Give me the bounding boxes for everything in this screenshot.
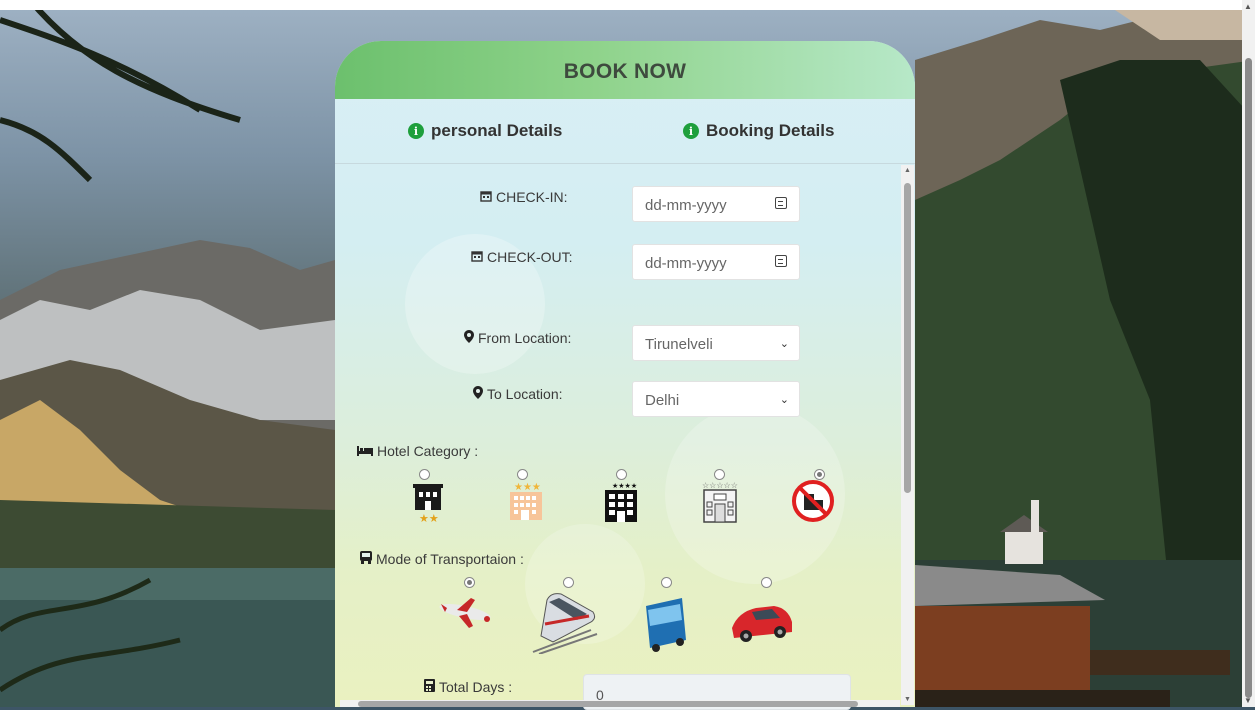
svg-text:☆☆☆☆☆: ☆☆☆☆☆ bbox=[702, 481, 738, 490]
browser-top-strip bbox=[0, 0, 1255, 10]
calendar-icon bbox=[480, 190, 492, 205]
check-out-label: CHECK-OUT: bbox=[471, 249, 573, 265]
card-header: BOOK NOW bbox=[335, 41, 915, 99]
page-scrollbar[interactable]: ▲ ▼ bbox=[1242, 0, 1255, 707]
calculator-icon bbox=[424, 679, 435, 695]
four-star-hotel-icon[interactable]: ★★★★ bbox=[601, 480, 641, 524]
hotel-category-label: Hotel Category : bbox=[357, 443, 478, 459]
hotel-4-star-radio[interactable] bbox=[616, 469, 627, 480]
train-icon[interactable] bbox=[531, 586, 601, 654]
two-star-hotel-icon[interactable]: ★★ bbox=[409, 482, 449, 524]
scroll-up-arrow-icon[interactable]: ▲ bbox=[1244, 2, 1252, 11]
form-horizontal-scrollbar[interactable] bbox=[340, 700, 900, 707]
scroll-down-arrow-icon[interactable]: ▼ bbox=[1244, 696, 1252, 705]
scroll-down-arrow-icon[interactable]: ▼ bbox=[904, 696, 911, 703]
tab-bar: i personal Details i Booking Details bbox=[335, 99, 915, 164]
scrollbar-thumb[interactable] bbox=[358, 701, 858, 707]
bus-radio[interactable] bbox=[661, 577, 672, 588]
total-days-label: Total Days : bbox=[424, 679, 512, 695]
tab-booking-details[interactable]: i Booking Details bbox=[683, 121, 834, 141]
chevron-down-icon: ⌄ bbox=[779, 394, 789, 406]
calendar-picker-icon[interactable] bbox=[775, 255, 787, 267]
from-location-label: From Location: bbox=[464, 330, 571, 346]
booking-card: BOOK NOW i personal Details i Booking De… bbox=[335, 41, 915, 707]
airplane-icon[interactable] bbox=[435, 592, 495, 632]
svg-text:★★: ★★ bbox=[419, 513, 439, 524]
calendar-icon bbox=[471, 250, 483, 265]
svg-text:★★★: ★★★ bbox=[514, 482, 541, 493]
check-in-label: CHECK-IN: bbox=[480, 189, 568, 205]
info-icon: i bbox=[683, 123, 699, 139]
chevron-down-icon: ⌄ bbox=[779, 338, 789, 350]
calendar-picker-icon[interactable] bbox=[775, 197, 787, 209]
flight-radio[interactable] bbox=[464, 577, 475, 588]
form-background-decoration bbox=[405, 234, 845, 644]
no-hotel-icon[interactable] bbox=[790, 478, 836, 524]
tab-label: Booking Details bbox=[706, 121, 835, 140]
scrollbar-thumb[interactable] bbox=[904, 183, 911, 493]
tab-label: personal Details bbox=[431, 121, 563, 140]
hotel-2-star-radio[interactable] bbox=[419, 469, 430, 480]
scroll-up-arrow-icon[interactable]: ▲ bbox=[904, 167, 911, 174]
car-icon[interactable] bbox=[728, 598, 796, 646]
five-star-hotel-icon[interactable]: ☆☆☆☆☆ bbox=[696, 478, 744, 526]
svg-text:★★★★: ★★★★ bbox=[612, 482, 637, 490]
booking-form: CHECK-IN: dd-mm-yyyy CHECK-OUT: dd-mm-yy… bbox=[335, 164, 915, 707]
bed-icon bbox=[357, 444, 373, 459]
to-location-select[interactable]: Delhi ⌄ bbox=[632, 381, 800, 417]
bus-vehicle-icon[interactable] bbox=[638, 596, 692, 652]
tab-personal-details[interactable]: i personal Details bbox=[408, 121, 562, 141]
transport-label: Mode of Transportaion : bbox=[360, 551, 524, 567]
car-radio[interactable] bbox=[761, 577, 772, 588]
check-out-input[interactable]: dd-mm-yyyy bbox=[632, 244, 800, 280]
map-marker-icon bbox=[473, 386, 483, 402]
check-in-input[interactable]: dd-mm-yyyy bbox=[632, 186, 800, 222]
to-location-label: To Location: bbox=[473, 386, 563, 402]
bus-icon bbox=[360, 551, 372, 567]
scrollbar-thumb[interactable] bbox=[1245, 58, 1252, 698]
map-marker-icon bbox=[464, 330, 474, 346]
info-icon: i bbox=[408, 123, 424, 139]
hotel-3-star-radio[interactable] bbox=[517, 469, 528, 480]
page-title: BOOK NOW bbox=[563, 60, 687, 83]
three-star-hotel-icon[interactable]: ★★★ bbox=[506, 480, 546, 522]
from-location-select[interactable]: Tirunelveli ⌄ bbox=[632, 325, 800, 361]
form-vertical-scrollbar[interactable]: ▲ ▼ bbox=[901, 165, 914, 705]
